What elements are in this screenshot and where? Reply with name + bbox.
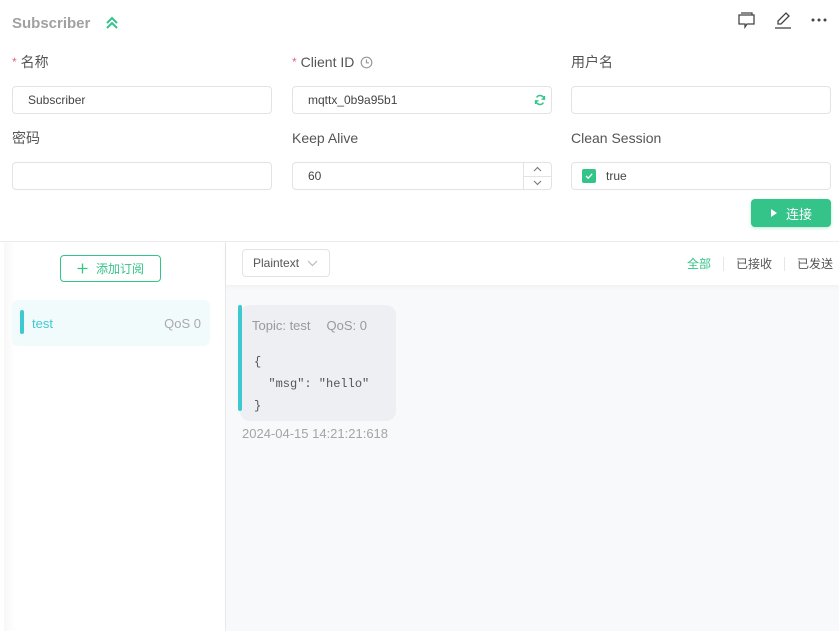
- subscription-item[interactable]: test QoS 0: [12, 300, 210, 346]
- topic-color-bar: [238, 305, 242, 411]
- clock-icon[interactable]: [360, 56, 373, 69]
- clean-session-checkbox[interactable]: [582, 169, 596, 183]
- message-item[interactable]: Topic: test QoS: 0 { "msg": "hello" }: [238, 305, 396, 421]
- message-filters: 全部 已接收 已发送: [675, 255, 833, 272]
- subscription-topic: test: [32, 315, 53, 331]
- messages-toolbar: Plaintext 全部 已接收 已发送: [226, 242, 839, 285]
- message-timestamp: 2024-04-15 14:21:21:618: [242, 426, 389, 441]
- client-id-label: Client ID: [300, 54, 355, 70]
- keep-alive-label: Keep Alive: [292, 130, 359, 146]
- more-icon[interactable]: [809, 10, 829, 30]
- connect-label: 连接: [785, 206, 812, 222]
- chevron-down-icon: [533, 180, 542, 186]
- password-input[interactable]: [12, 162, 272, 190]
- clean-session-field: Clean Session true: [571, 128, 831, 190]
- username-label: 用户名: [571, 54, 613, 70]
- password-label: 密码: [12, 130, 40, 146]
- required-marker: *: [12, 55, 17, 69]
- username-input[interactable]: [571, 86, 831, 114]
- required-marker: *: [292, 55, 297, 69]
- keep-alive-stepper: [523, 163, 551, 189]
- name-label: 名称: [20, 54, 49, 70]
- name-input[interactable]: Subscriber: [12, 86, 272, 114]
- connection-title: Subscriber: [12, 14, 91, 32]
- decrement-button[interactable]: [524, 177, 551, 190]
- keep-alive-value: 60: [308, 169, 322, 183]
- collapse-icon[interactable]: [104, 15, 120, 31]
- message-topic: Topic: test: [252, 318, 311, 333]
- filter-sent[interactable]: 已发送: [785, 255, 833, 272]
- payload-format-select[interactable]: Plaintext: [242, 249, 330, 277]
- refresh-icon[interactable]: [534, 94, 546, 106]
- add-subscription-button[interactable]: 添加订阅: [60, 255, 161, 282]
- plus-icon: [77, 263, 88, 274]
- client-id-field: * Client ID mqttx_0b9a95b1: [292, 52, 552, 114]
- message-meta: Topic: test QoS: 0: [252, 318, 367, 333]
- name-field: * 名称 Subscriber: [12, 52, 272, 114]
- clean-session-value: true: [606, 169, 627, 183]
- message-qos: QoS: 0: [326, 318, 367, 333]
- keep-alive-field: Keep Alive 60: [292, 128, 552, 190]
- name-value: Subscriber: [28, 93, 86, 107]
- edit-icon[interactable]: [773, 10, 793, 30]
- password-field: 密码: [12, 128, 272, 190]
- check-icon: [585, 173, 593, 180]
- client-id-input[interactable]: mqttx_0b9a95b1: [292, 86, 552, 114]
- increment-button[interactable]: [524, 163, 551, 177]
- filter-received[interactable]: 已接收: [724, 255, 784, 272]
- header: Subscriber: [12, 12, 120, 34]
- subscriptions-panel: 添加订阅 test QoS 0: [0, 242, 226, 631]
- keep-alive-input[interactable]: 60: [292, 162, 552, 190]
- comments-icon[interactable]: [737, 10, 757, 30]
- client-id-value: mqttx_0b9a95b1: [308, 93, 398, 107]
- connection-form-panel: Subscriber * 名称 Subscriber * Client ID mqt…: [0, 0, 839, 242]
- payload-format-value: Plaintext: [253, 256, 300, 270]
- clean-session-label: Clean Session: [571, 130, 662, 146]
- connect-button[interactable]: 连接: [751, 199, 831, 227]
- header-actions: [737, 10, 829, 30]
- clean-session-box: true: [571, 162, 831, 190]
- topic-color-bar: [20, 310, 24, 334]
- filter-all[interactable]: 全部: [675, 255, 723, 272]
- username-field: 用户名: [571, 52, 831, 114]
- play-icon: [770, 209, 777, 217]
- messages-panel: Plaintext 全部 已接收 已发送 Topic: test QoS: 0 {…: [226, 242, 839, 631]
- subscription-qos: QoS 0: [164, 315, 201, 331]
- message-payload: { "msg": "hello" }: [254, 355, 370, 413]
- chevron-down-icon: [307, 260, 318, 266]
- add-subscription-label: 添加订阅: [95, 262, 144, 276]
- chevron-up-icon: [533, 166, 542, 172]
